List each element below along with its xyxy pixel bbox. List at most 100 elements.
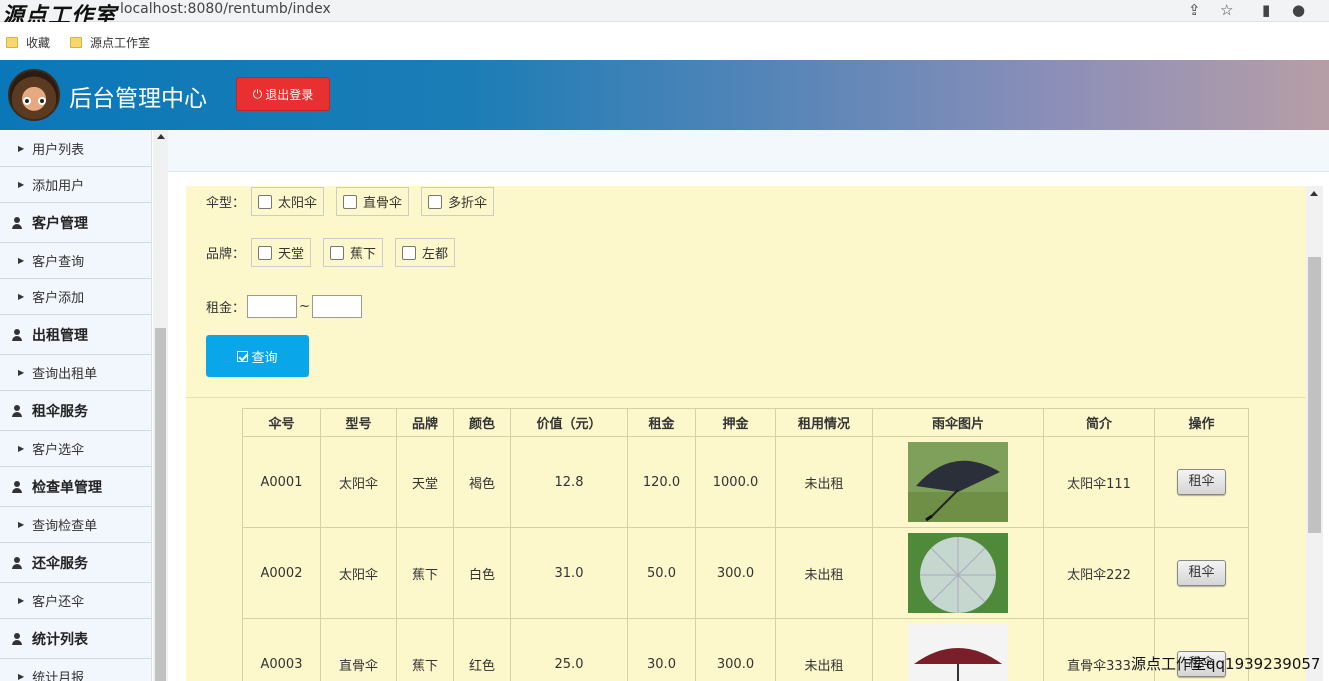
brand-label: 品牌：	[206, 247, 246, 262]
sidebar-group[interactable]: 客户管理	[0, 203, 151, 243]
sidebar-item[interactable]: ▶ 客户查询	[0, 243, 151, 279]
query-button[interactable]: 查询	[206, 335, 309, 377]
bookmark-item[interactable]: 源点工作室	[70, 34, 150, 51]
col-header: 雨伞图片	[872, 408, 1044, 437]
user-icon	[12, 404, 22, 417]
col-header: 价值（元）	[510, 408, 628, 437]
cell-rent: 30.0	[627, 618, 696, 681]
sidebar-item[interactable]: ▶ 统计月报	[0, 659, 151, 681]
cell-model: 太阳伞	[320, 527, 397, 619]
scroll-up-icon[interactable]	[1310, 191, 1318, 196]
type-checkbox[interactable]: 太阳伞	[251, 187, 325, 216]
sidebar-group[interactable]: 租伞服务	[0, 391, 151, 431]
user-icon	[12, 216, 22, 229]
content-scrollbar[interactable]	[1306, 186, 1323, 681]
url-field[interactable]: localhost:8080/rentumb/index	[120, 1, 331, 17]
divider	[186, 397, 1306, 398]
table-row: A0002 太阳伞 蕉下 白色 31.0 50.0 300.0 未出租 太阳伞2…	[242, 527, 1249, 619]
col-header: 租用情况	[775, 408, 873, 437]
rent-max-input[interactable]	[311, 295, 362, 318]
caret-right-icon: ▶	[18, 672, 25, 681]
umbrella-table: 伞号 型号 品牌 颜色 价值（元） 租金 押金 租用情况 雨伞图片 简介 操作 …	[242, 408, 1249, 681]
cell-image	[872, 436, 1044, 528]
rent-button[interactable]: 租伞	[1177, 469, 1226, 495]
col-header: 品牌	[396, 408, 454, 437]
scroll-up-icon[interactable]	[157, 134, 165, 139]
sidebar-label: 客户选伞	[32, 443, 85, 458]
cell-deposit: 300.0	[695, 527, 776, 619]
cell-rent: 50.0	[627, 527, 696, 619]
cell-model: 直骨伞	[320, 618, 397, 681]
bookmark-item[interactable]: 收藏	[6, 34, 50, 51]
check-square-icon	[237, 350, 249, 362]
page-title: 后台管理中心	[69, 86, 207, 112]
star-icon[interactable]: ☆	[1220, 1, 1233, 19]
table-header-row: 伞号 型号 品牌 颜色 价值（元） 租金 押金 租用情况 雨伞图片 简介 操作	[242, 408, 1249, 437]
type-checkbox[interactable]: 多折伞	[421, 187, 495, 216]
cell-action: 租伞	[1154, 436, 1249, 528]
share-icon[interactable]: ⇪	[1188, 1, 1201, 19]
power-icon: ⏻	[252, 86, 263, 101]
col-header: 简介	[1043, 408, 1155, 437]
cell-intro: 太阳伞111	[1043, 436, 1155, 528]
sidebar-group[interactable]: 出租管理	[0, 315, 151, 355]
sidebar-label: 客户还伞	[32, 595, 85, 610]
sidebar-group[interactable]: 检查单管理	[0, 467, 151, 507]
col-header: 租金	[627, 408, 696, 437]
folder-icon	[6, 37, 18, 48]
cell-status: 未出租	[775, 527, 873, 619]
cell-status: 未出租	[775, 436, 873, 528]
col-header: 型号	[320, 408, 397, 437]
sidebar-label: 统计月报	[32, 671, 85, 681]
table-row: A0003 直骨伞 蕉下 红色 25.0 30.0 300.0 未出租 直骨伞3…	[242, 618, 1249, 681]
brand-checkbox[interactable]: 左都	[395, 238, 456, 267]
cell-status: 未出租	[775, 618, 873, 681]
sidebar-label: 用户列表	[32, 143, 85, 158]
caret-right-icon: ▶	[18, 368, 25, 377]
scroll-thumb[interactable]	[155, 328, 166, 681]
rent-separator: ~	[299, 299, 310, 314]
cell-id: A0002	[242, 527, 321, 619]
side-panel-icon[interactable]: ▮	[1262, 1, 1270, 19]
sidebar-item[interactable]: ▶ 添加用户	[0, 167, 151, 203]
sidebar-label: 查询出租单	[32, 367, 98, 382]
cell-deposit: 1000.0	[695, 436, 776, 528]
cell-value: 31.0	[510, 527, 628, 619]
cell-value: 12.8	[510, 436, 628, 528]
cell-action: 租伞	[1154, 527, 1249, 619]
sidebar-scrollbar[interactable]	[153, 130, 168, 681]
sidebar-item[interactable]: ▶ 客户选伞	[0, 431, 151, 467]
scroll-thumb[interactable]	[1308, 257, 1321, 533]
bookmarks-bar: 收藏 源点工作室	[0, 22, 1329, 60]
rent-min-input[interactable]	[247, 295, 298, 318]
sidebar-group[interactable]: 统计列表	[0, 619, 151, 659]
sidebar-item[interactable]: ▶ 查询出租单	[0, 355, 151, 391]
sidebar-label: 添加用户	[32, 179, 85, 194]
col-header: 押金	[695, 408, 776, 437]
cell-color: 白色	[453, 527, 511, 619]
type-checkbox[interactable]: 直骨伞	[336, 187, 410, 216]
umbrella-image	[908, 533, 1008, 613]
content-top-band	[168, 130, 1329, 172]
rent-label: 租金：	[206, 301, 246, 316]
user-icon	[12, 328, 22, 341]
logout-button[interactable]: ⏻ 退出登录	[236, 77, 330, 111]
caret-right-icon: ▶	[18, 596, 25, 605]
sidebar-item[interactable]: ▶ 查询检查单	[0, 507, 151, 543]
sidebar-label: 客户查询	[32, 255, 85, 270]
caret-right-icon: ▶	[18, 180, 25, 189]
table-row: A0001 太阳伞 天堂 褐色 12.8 120.0 1000.0 未出租 太阳…	[242, 436, 1249, 528]
profile-icon[interactable]: ●	[1292, 1, 1305, 19]
brand-checkbox[interactable]: 蕉下	[323, 238, 384, 267]
sidebar-group[interactable]: 还伞服务	[0, 543, 151, 583]
cell-value: 25.0	[510, 618, 628, 681]
cell-color: 褐色	[453, 436, 511, 528]
sidebar-label: 查询检查单	[32, 519, 98, 534]
sidebar-item[interactable]: ▶ 用户列表	[0, 131, 151, 167]
type-filter: 伞型： 太阳伞 直骨伞 多折伞	[206, 187, 506, 216]
brand-checkbox[interactable]: 天堂	[251, 238, 312, 267]
sidebar-item[interactable]: ▶ 客户添加	[0, 279, 151, 315]
sidebar-item[interactable]: ▶ 客户还伞	[0, 583, 151, 619]
rent-button[interactable]: 租伞	[1177, 560, 1226, 586]
col-header: 颜色	[453, 408, 511, 437]
